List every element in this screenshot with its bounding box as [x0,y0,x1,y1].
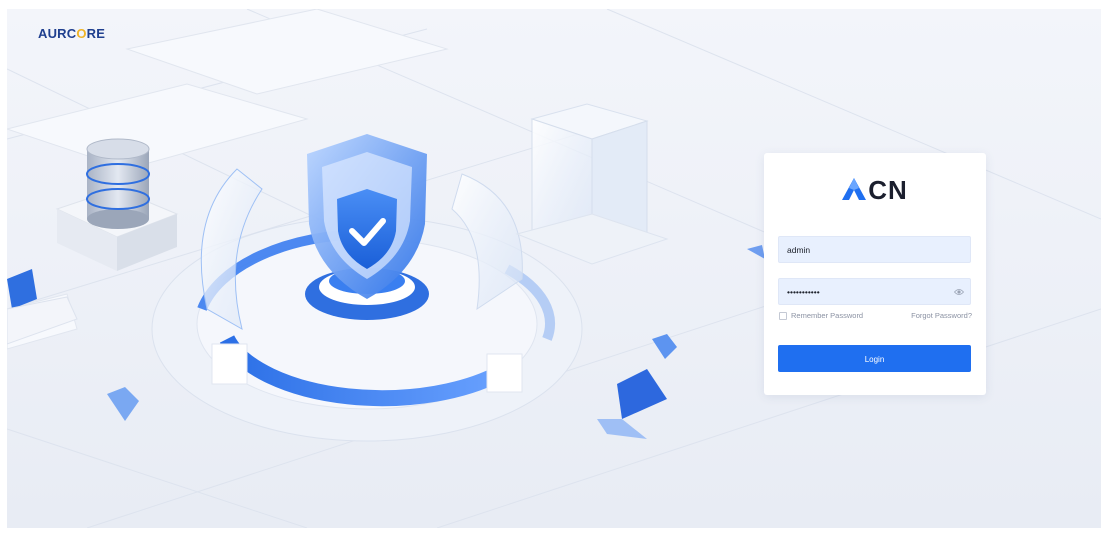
login-page: AURCORE CN Remember Password Forgot Pass… [7,9,1101,528]
glass-cube-icon [515,103,669,265]
password-input[interactable] [787,279,947,304]
options-row: Remember Password Forgot Password? [779,311,972,323]
brand-logo: AURCORE [38,26,106,41]
username-field[interactable] [778,236,971,263]
username-input[interactable] [787,237,947,262]
card-logo: CN [764,175,986,206]
password-field[interactable] [778,278,971,305]
forgot-password-link[interactable]: Forgot Password? [911,311,972,320]
login-card: CN Remember Password Forgot Password? Lo… [764,153,986,395]
remember-password-label[interactable]: Remember Password [791,311,863,320]
remember-checkbox[interactable] [779,312,787,320]
logo-a-icon [842,178,867,200]
eye-icon[interactable] [954,287,964,297]
login-button[interactable]: Login [778,345,971,372]
